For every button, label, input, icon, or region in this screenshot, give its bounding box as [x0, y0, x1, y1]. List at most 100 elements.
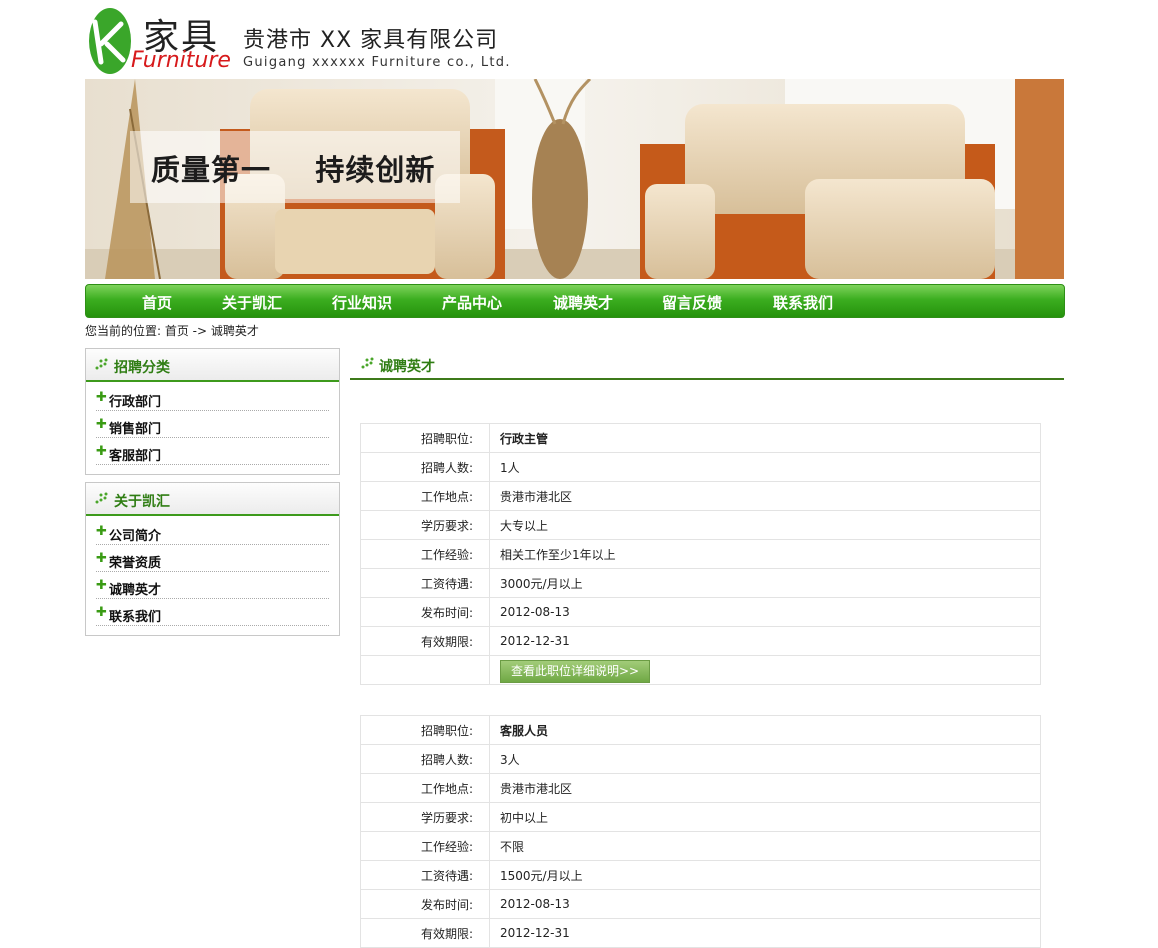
plus-icon: ✚: [96, 578, 107, 593]
sidebar-about-box: 关于凯汇 ✚ 公司简介 ✚ 荣誉资质 ✚ 诚聘英才 ✚ 联系我们: [85, 482, 340, 636]
sidebar-about-header: 关于凯汇: [86, 483, 339, 516]
field-label: 工资待遇:: [360, 568, 490, 598]
table-row: 招聘人数: 1人: [360, 452, 1041, 482]
nav-feedback[interactable]: 留言反馈: [662, 292, 722, 313]
sidebar-recruit-title: 招聘分类: [114, 360, 170, 376]
list-item: ✚ 销售部门: [96, 412, 329, 438]
table-row: 学历要求: 初中以上: [360, 802, 1041, 832]
field-label: 工作经验:: [360, 539, 490, 569]
sidebar-about-list: ✚ 公司简介 ✚ 荣誉资质 ✚ 诚聘英才 ✚ 联系我们: [86, 516, 339, 635]
sidebar-recruit-header: 招聘分类: [86, 349, 339, 382]
table-row: 工作地点: 贵港市港北区: [360, 773, 1041, 803]
job-table: 招聘职位: 行政主管 招聘人数: 1人 工作地点: 贵港市港北区 学历要求: 大专以上 …: [360, 423, 1041, 685]
field-label: 招聘职位:: [360, 423, 490, 453]
field-label: 有效期限:: [360, 626, 490, 656]
job-experience: 相关工作至少1年以上: [489, 539, 1041, 569]
job-salary: 3000元/月以上: [489, 568, 1041, 598]
nav-about[interactable]: 关于凯汇: [222, 292, 282, 313]
job-count: 1人: [489, 452, 1041, 482]
job-salary: 1500元/月以上: [489, 860, 1041, 890]
list-item: ✚ 荣誉资质: [96, 546, 329, 572]
dots-icon: [95, 358, 108, 370]
main-header: 诚聘英才: [350, 348, 1064, 380]
field-label: 发布时间:: [360, 597, 490, 627]
job-experience: 不限: [489, 831, 1041, 861]
field-label: 学历要求:: [360, 802, 490, 832]
sidebar-item-profile[interactable]: 公司简介: [109, 525, 161, 544]
logo-text-en: Furniture: [131, 48, 231, 73]
nav-industry[interactable]: 行业知识: [332, 292, 392, 313]
job-education: 大专以上: [489, 510, 1041, 540]
main-nav: 首页 关于凯汇 行业知识 产品中心 诚聘英才 留言反馈 联系我们: [85, 284, 1065, 318]
plus-icon: ✚: [96, 551, 107, 566]
table-row: 学历要求: 大专以上: [360, 510, 1041, 540]
nav-home[interactable]: 首页: [142, 292, 172, 313]
job-location: 贵港市港北区: [489, 773, 1041, 803]
sidebar-item-honors[interactable]: 荣誉资质: [109, 552, 161, 571]
job-table: 招聘职位: 客服人员 招聘人数: 3人 工作地点: 贵港市港北区 学历要求: 初中以上 …: [360, 715, 1041, 948]
job-expires: 2012-12-31: [489, 626, 1041, 656]
dots-icon: [95, 492, 108, 504]
table-row: 有效期限: 2012-12-31: [360, 626, 1041, 656]
job-published: 2012-08-13: [489, 889, 1041, 919]
plus-icon: ✚: [96, 524, 107, 539]
field-label: 有效期限:: [360, 918, 490, 948]
page-container: 家具 Furniture 贵港市 XX 家具有限公司 Guigang xxxxx…: [85, 0, 1065, 948]
table-row: 工作地点: 贵港市港北区: [360, 481, 1041, 511]
banner-slogan: 质量第一 持续创新: [151, 153, 436, 187]
table-row: 工资待遇: 1500元/月以上: [360, 860, 1041, 890]
hero-banner: 质量第一 持续创新: [85, 79, 1064, 279]
nav-careers[interactable]: 诚聘英才: [553, 292, 613, 313]
list-item: ✚ 客服部门: [96, 439, 329, 465]
table-row: 有效期限: 2012-12-31: [360, 918, 1041, 948]
main-title: 诚聘英才: [379, 359, 435, 375]
field-label: 招聘人数:: [360, 452, 490, 482]
field-label: 学历要求:: [360, 510, 490, 540]
view-job-detail-button[interactable]: 查看此职位详细说明>>: [500, 660, 651, 683]
job-position: 行政主管: [489, 423, 1041, 453]
plus-icon: ✚: [96, 444, 107, 459]
job-published: 2012-08-13: [489, 597, 1041, 627]
company-name-en: Guigang xxxxxx Furniture co., Ltd.: [243, 55, 511, 70]
breadcrumb: 您当前的位置: 首页 -> 诚聘英才: [85, 324, 259, 338]
table-row: 发布时间: 2012-08-13: [360, 889, 1041, 919]
sidebar-recruit-box: 招聘分类 ✚ 行政部门 ✚ 销售部门 ✚ 客服部门: [85, 348, 340, 475]
nav-contact[interactable]: 联系我们: [773, 292, 833, 313]
nav-products[interactable]: 产品中心: [442, 292, 502, 313]
list-item: ✚ 行政部门: [96, 385, 329, 411]
table-row: 发布时间: 2012-08-13: [360, 597, 1041, 627]
job-expires: 2012-12-31: [489, 918, 1041, 948]
plus-icon: ✚: [96, 605, 107, 620]
sidebar-item-admin[interactable]: 行政部门: [109, 391, 161, 410]
table-row: 招聘人数: 3人: [360, 744, 1041, 774]
field-label: 工资待遇:: [360, 860, 490, 890]
logo-icon: [89, 8, 131, 74]
sidebar-item-careers[interactable]: 诚聘英才: [109, 579, 161, 598]
plus-icon: ✚: [96, 417, 107, 432]
job-education: 初中以上: [489, 802, 1041, 832]
field-label: 工作地点:: [360, 481, 490, 511]
dots-icon: [361, 357, 374, 369]
table-row: 招聘职位: 客服人员: [360, 715, 1041, 745]
table-row: 查看此职位详细说明>>: [360, 655, 1041, 685]
job-count: 3人: [489, 744, 1041, 774]
field-label: 招聘职位:: [360, 715, 490, 745]
sidebar-recruit-list: ✚ 行政部门 ✚ 销售部门 ✚ 客服部门: [86, 382, 339, 474]
table-row: 工作经验: 不限: [360, 831, 1041, 861]
list-item: ✚ 公司简介: [96, 519, 329, 545]
list-item: ✚ 联系我们: [96, 600, 329, 626]
site-header: 家具 Furniture 贵港市 XX 家具有限公司 Guigang xxxxx…: [85, 0, 1065, 79]
job-position: 客服人员: [489, 715, 1041, 745]
sidebar-item-sales[interactable]: 销售部门: [109, 418, 161, 437]
field-label: 招聘人数:: [360, 744, 490, 774]
field-label: 发布时间:: [360, 889, 490, 919]
sidebar-item-service[interactable]: 客服部门: [109, 445, 161, 464]
table-row: 工资待遇: 3000元/月以上: [360, 568, 1041, 598]
job-location: 贵港市港北区: [489, 481, 1041, 511]
field-label: 工作地点:: [360, 773, 490, 803]
sidebar-item-contact[interactable]: 联系我们: [109, 606, 161, 625]
table-row: 工作经验: 相关工作至少1年以上: [360, 539, 1041, 569]
table-row: 招聘职位: 行政主管: [360, 423, 1041, 453]
company-name-cn: 贵港市 XX 家具有限公司: [243, 28, 499, 53]
list-item: ✚ 诚聘英才: [96, 573, 329, 599]
